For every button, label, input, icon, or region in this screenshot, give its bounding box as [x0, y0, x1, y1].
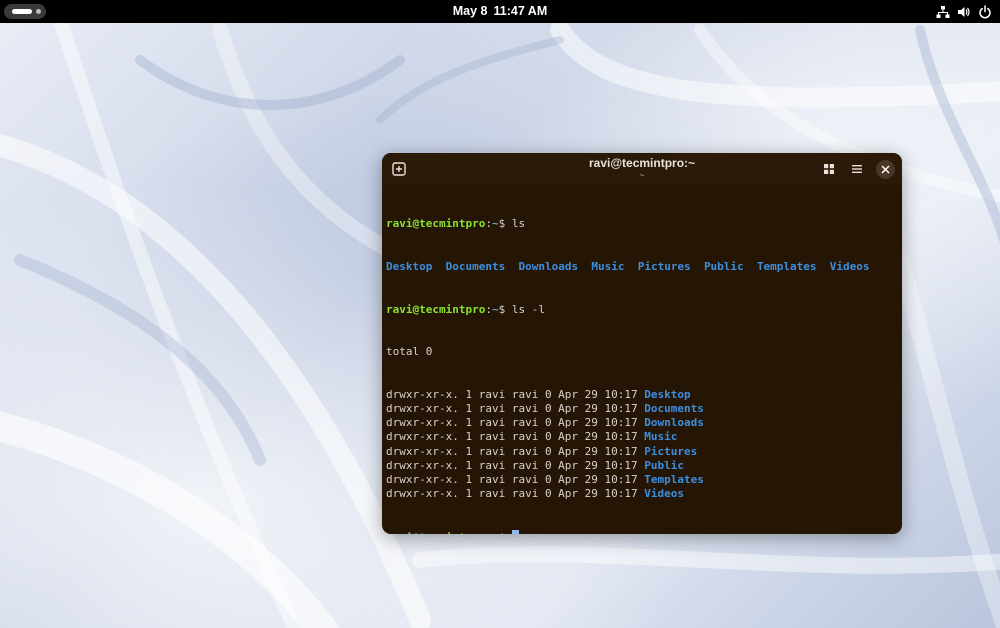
ls-long-row: drwxr-xr-x. 1 ravi ravi 0 Apr 29 10:17 M… [386, 430, 898, 444]
network-icon[interactable] [936, 5, 950, 19]
ls-long-output: drwxr-xr-x. 1 ravi ravi 0 Apr 29 10:17 D… [386, 388, 898, 502]
directory-entry: Documents [644, 401, 704, 415]
directory-entry: Pictures [637, 260, 691, 273]
ls-output-row: Desktop Documents Downloads Music Pictur… [386, 260, 898, 274]
window-title: ravi@tecmintpro:~ [588, 156, 696, 170]
ls-long-row: drwxr-xr-x. 1 ravi ravi 0 Apr 29 10:17 P… [386, 445, 898, 459]
terminal-output[interactable]: ravi@tecmintpro:~$ ls Desktop Documents … [386, 189, 898, 534]
file-metadata: drwxr-xr-x. 1 ravi ravi 0 Apr 29 10:17 [386, 430, 645, 444]
close-icon [881, 165, 890, 174]
prompt-path: ~ [491, 217, 499, 231]
command-line: ravi@tecmintpro:~$ ls -l [386, 303, 898, 317]
file-metadata: drwxr-xr-x. 1 ravi ravi 0 Apr 29 10:17 [386, 416, 645, 430]
prompt-user-host: ravi@tecmintpro [386, 302, 486, 316]
prompt-colon: : [485, 302, 492, 316]
directory-entry: Templates [644, 472, 704, 486]
directory-entry: Videos [829, 260, 870, 273]
prompt-user-host: ravi@tecmintpro [386, 531, 485, 534]
system-tray[interactable] [936, 3, 992, 20]
volume-icon[interactable] [957, 5, 971, 19]
ls-long-row: drwxr-xr-x. 1 ravi ravi 0 Apr 29 10:17 T… [386, 473, 898, 487]
prompt-symbol: $ [499, 531, 512, 534]
prompt-symbol: $ [498, 302, 512, 316]
prompt-colon: : [485, 531, 492, 534]
command-text: ls -l [511, 302, 545, 316]
command-text: ls [511, 217, 526, 231]
directory-entry: Documents [445, 260, 506, 273]
file-metadata: drwxr-xr-x. 1 ravi ravi 0 Apr 29 10:17 [386, 401, 645, 415]
directory-entry: Desktop [644, 387, 691, 401]
main-menu-button[interactable] [849, 161, 865, 177]
directory-entry: Downloads [518, 260, 579, 273]
terminal-header-bar[interactable]: ravi@tecmintpro:~ ~ [382, 153, 902, 185]
text-cursor [511, 529, 519, 534]
file-metadata: drwxr-xr-x. 1 ravi ravi 0 Apr 29 10:17 [386, 458, 645, 472]
prompt-user-host: ravi@tecmintpro [386, 217, 486, 231]
ls-long-row: drwxr-xr-x. 1 ravi ravi 0 Apr 29 10:17 V… [386, 487, 898, 501]
tab-overview-icon [824, 164, 834, 174]
directory-entry: Music [591, 260, 625, 273]
ls-long-row: drwxr-xr-x. 1 ravi ravi 0 Apr 29 10:17 D… [386, 402, 898, 416]
clock-date[interactable]: May 8 [453, 4, 488, 18]
ls-long-row: drwxr-xr-x. 1 ravi ravi 0 Apr 29 10:17 D… [386, 416, 898, 430]
workspace-active-indicator [12, 9, 32, 14]
directory-entry: Music [644, 430, 678, 444]
directory-entry: Downloads [644, 416, 704, 430]
prompt-symbol: $ [498, 217, 512, 231]
active-prompt-line[interactable]: ravi@tecmintpro:~$ [386, 529, 898, 534]
total-line: total 0 [386, 345, 433, 359]
file-metadata: drwxr-xr-x. 1 ravi ravi 0 Apr 29 10:17 [386, 387, 645, 401]
close-button[interactable] [876, 160, 895, 179]
terminal-window[interactable]: ravi@tecmintpro:~ ~ ravi@tecmintpro:~$ l… [382, 153, 902, 534]
file-metadata: drwxr-xr-x. 1 ravi ravi 0 Apr 29 10:17 [386, 487, 645, 501]
prompt-colon: : [485, 217, 492, 231]
tab-overview-button[interactable] [821, 161, 837, 177]
file-metadata: drwxr-xr-x. 1 ravi ravi 0 Apr 29 10:17 [386, 472, 645, 486]
workspace-dot-indicator [36, 9, 41, 14]
clock: May 8 11:47 AM [0, 0, 1000, 23]
directory-entry: Public [703, 260, 744, 273]
directory-entry: Public [644, 458, 685, 472]
directory-entry: Videos [644, 487, 685, 501]
window-subtitle: ~ [639, 170, 645, 180]
file-metadata: drwxr-xr-x. 1 ravi ravi 0 Apr 29 10:17 [386, 444, 645, 458]
prompt-path: ~ [491, 302, 499, 316]
ls-long-row: drwxr-xr-x. 1 ravi ravi 0 Apr 29 10:17 P… [386, 459, 898, 473]
directory-entry: Templates [756, 260, 817, 273]
new-tab-button[interactable] [391, 161, 407, 177]
directory-entry: Desktop [386, 260, 433, 273]
new-tab-icon [392, 162, 406, 176]
clock-time[interactable]: 11:47 AM [494, 4, 548, 18]
top-bar: May 8 11:47 AM [0, 0, 1000, 23]
directory-entry: Pictures [644, 444, 698, 458]
power-icon[interactable] [978, 4, 992, 19]
activities-button[interactable] [4, 4, 46, 19]
prompt-path: ~ [492, 531, 499, 534]
hamburger-menu-icon [852, 165, 862, 173]
ls-long-row: drwxr-xr-x. 1 ravi ravi 0 Apr 29 10:17 D… [386, 388, 898, 402]
command-line: ravi@tecmintpro:~$ ls [386, 217, 898, 231]
